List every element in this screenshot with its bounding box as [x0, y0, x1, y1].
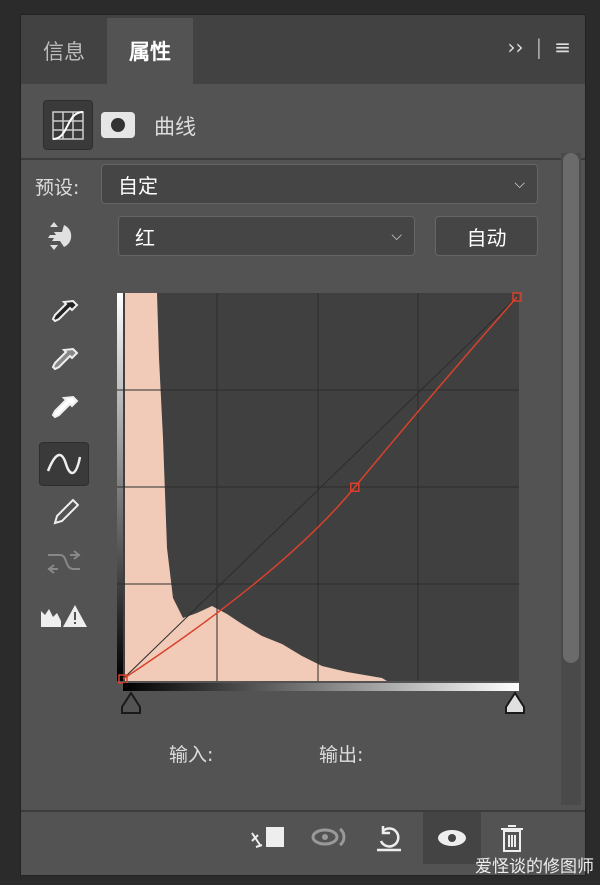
watermark: 爱怪谈的修图师: [475, 857, 594, 877]
curves-icon[interactable]: [43, 100, 93, 150]
smooth-curve-icon: [39, 540, 89, 584]
white-point-slider[interactable]: [505, 691, 525, 714]
mask-icon[interactable]: [101, 112, 135, 138]
clipping-warning-icon[interactable]: [39, 594, 89, 638]
curve-point-edit-icon[interactable]: [39, 442, 89, 486]
view-previous-state-icon[interactable]: [303, 812, 357, 864]
hamburger-menu-icon[interactable]: ≡: [554, 35, 571, 59]
eyedropper-gray-icon[interactable]: [39, 340, 89, 384]
preset-value: 自定: [118, 173, 158, 198]
tab-bar: 信息 属性 ›› | ≡: [21, 15, 585, 84]
tab-info[interactable]: 信息: [21, 18, 107, 84]
double-chevron-right-icon[interactable]: ››: [507, 35, 523, 59]
eyedropper-white-icon[interactable]: [39, 388, 89, 432]
adjustment-header: 曲线: [21, 84, 585, 160]
chevron-down-icon: ⌵: [391, 228, 402, 244]
preset-select[interactable]: 自定 ⌵: [101, 164, 538, 204]
clip-to-layer-icon[interactable]: [241, 812, 295, 864]
black-point-slider[interactable]: [121, 691, 141, 714]
channel-select[interactable]: 红 ⌵: [118, 216, 415, 256]
tab-properties[interactable]: 属性: [107, 18, 193, 84]
scrollbar[interactable]: [561, 153, 581, 805]
input-gradient-bar: [123, 683, 519, 691]
toggle-visibility-icon[interactable]: [423, 812, 481, 864]
eyedropper-black-icon[interactable]: [39, 292, 89, 336]
preset-label: 预设:: [35, 177, 80, 199]
chevron-down-icon: ⌵: [514, 176, 525, 192]
divider: |: [535, 35, 543, 59]
scrollbar-thumb[interactable]: [563, 153, 579, 663]
adjustment-title: 曲线: [154, 115, 196, 139]
properties-panel: 信息 属性 ›› | ≡ 曲线 预设: 自定 ⌵ 红 ⌵ 自动 输入: 输出:: [20, 14, 586, 876]
input-label: 输入:: [169, 744, 214, 766]
output-label: 输出:: [319, 744, 364, 766]
reset-icon[interactable]: [363, 812, 417, 864]
channel-value: 红: [135, 225, 155, 250]
pencil-icon[interactable]: [39, 490, 89, 534]
curves-content: 预设: 自定 ⌵ 红 ⌵ 自动 输入: 输出:: [21, 162, 558, 810]
auto-button[interactable]: 自动: [435, 216, 538, 256]
on-image-adjust-icon[interactable]: [39, 214, 89, 258]
curve-graph[interactable]: [117, 288, 537, 724]
